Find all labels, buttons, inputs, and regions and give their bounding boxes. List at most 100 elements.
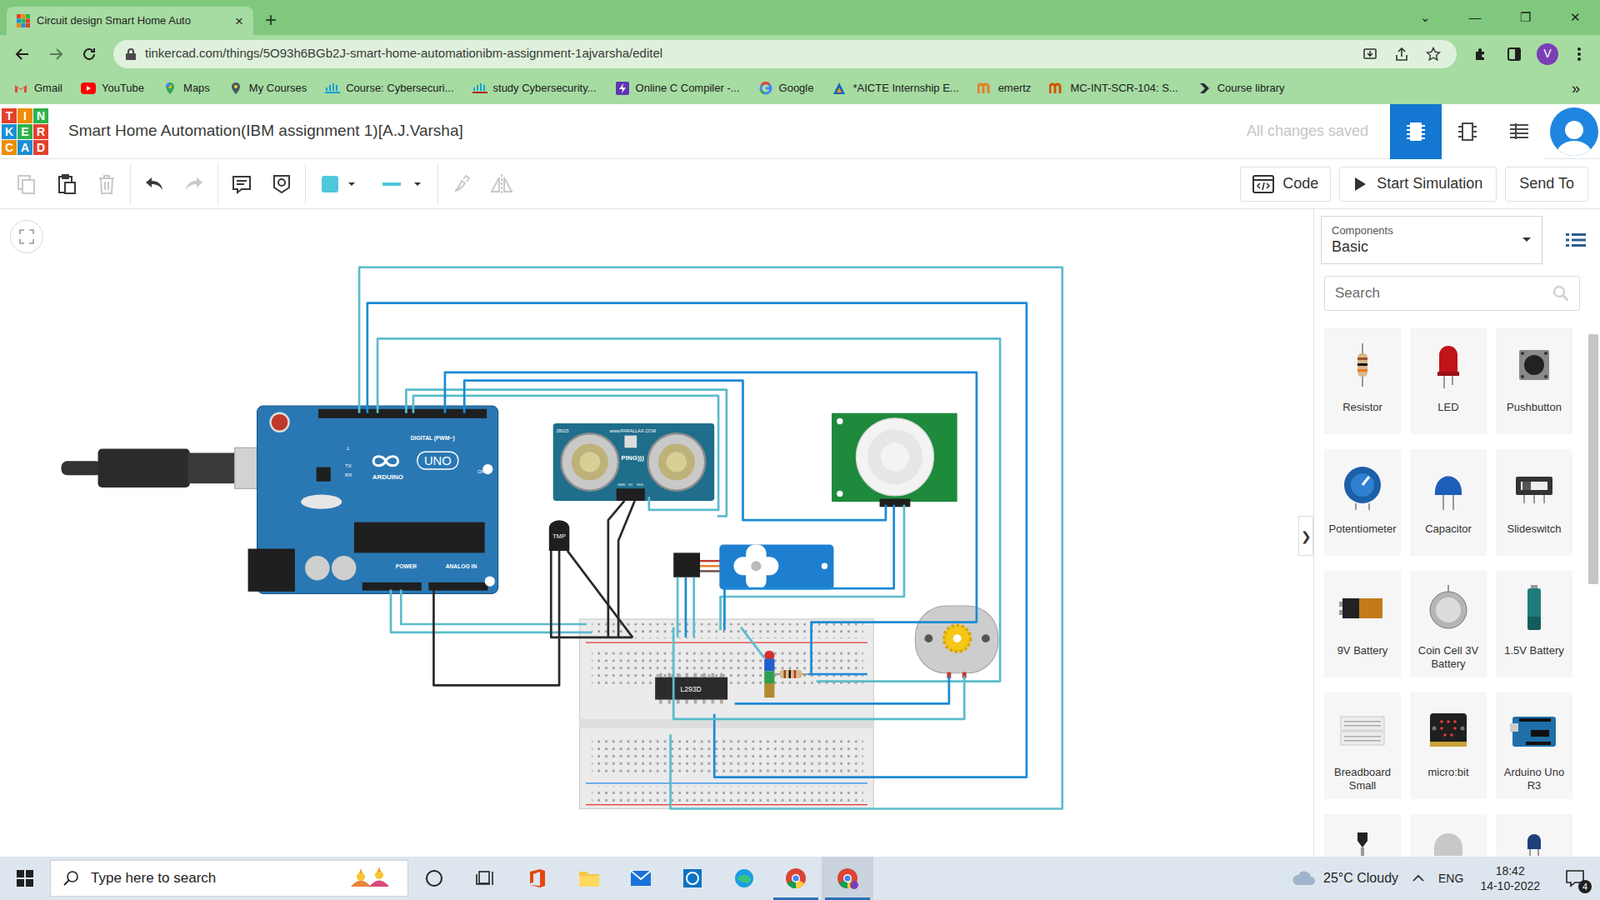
component-tile[interactable]: micro:bit [1410,692,1487,800]
bookmark-star-icon[interactable] [1421,46,1445,62]
bookmark-item[interactable]: My Courses [223,75,312,101]
send-to-button[interactable]: Send To [1505,166,1589,202]
fit-view-button[interactable] [10,220,44,254]
code-button[interactable]: Code [1240,166,1331,202]
color-swatch-button[interactable] [309,164,368,205]
panel-scrollbar[interactable] [1588,334,1599,585]
pir-sensor[interactable] [831,413,958,508]
component-tile[interactable]: Potentiometer [1324,449,1401,556]
copy-button[interactable] [6,164,47,205]
component-tile[interactable]: Slideswitch [1495,449,1573,556]
wires[interactable] [359,267,1063,810]
back-arrow-icon[interactable] [8,40,37,69]
notes-visibility-button[interactable] [261,164,302,205]
taskbar-app[interactable] [615,856,667,900]
side-panel-icon[interactable] [1500,40,1529,69]
components-dropdown[interactable]: ComponentsBasic [1320,215,1543,265]
user-avatar[interactable] [1550,107,1599,156]
close-button[interactable]: ✕ [1550,0,1600,35]
bookmark-item[interactable]: Gmail [8,75,68,101]
taskbar-app[interactable] [821,856,874,900]
bookmark-item[interactable]: MC-INT-SCR-104: S... [1044,75,1183,101]
start-button[interactable] [0,856,50,900]
redo-button[interactable] [174,164,215,205]
component-tile[interactable]: LED [1410,327,1487,435]
component-tile[interactable]: Coin Cell 3V Battery [1410,570,1487,678]
bookmark-item[interactable]: Course library [1191,75,1290,101]
notes-button[interactable] [221,164,262,205]
address-bar[interactable]: tinkercad.com/things/5O93h6BGb2J-smart-h… [113,40,1457,69]
mirror-button[interactable] [481,164,522,205]
component-tile[interactable]: Arduino Uno R3 [1495,692,1573,800]
taskbar-app[interactable] [666,856,719,900]
ultrasonic-sensor[interactable]: www.PARALLAX.COM28015PING)))GND5VSIG [553,423,715,501]
taskbar-app[interactable] [460,856,512,900]
component-tile[interactable]: 1.5V Battery [1495,570,1573,678]
input-language[interactable]: ENG [1438,870,1464,888]
component-tile[interactable] [1495,814,1573,857]
motor-driver-chip[interactable]: L293D [655,673,728,705]
design-title[interactable]: Smart Home Automation(IBM assignment 1)[… [68,119,464,144]
component-list-button[interactable] [1493,104,1545,160]
clock[interactable]: 18:4214-10-2022 [1475,863,1545,894]
search-box[interactable] [1324,275,1580,311]
profile-button[interactable]: V [1536,43,1559,65]
menu-dots-icon[interactable] [1566,40,1592,69]
resistor[interactable] [773,670,809,679]
install-icon[interactable] [1358,46,1382,62]
taskbar-app[interactable] [408,856,460,900]
arduino-uno[interactable]: UNOARDUINODIGITAL (PWM~)POWERANALOG INON… [248,405,499,594]
breadboard[interactable] [580,619,875,810]
show-hidden-icons-icon[interactable] [1410,874,1427,883]
bookmark-item[interactable]: *AICTE Internship E... [826,75,964,101]
component-tile[interactable]: Pushbutton [1495,327,1573,435]
bookmark-item[interactable]: Google [753,75,820,101]
circuit-canvas[interactable]: UNOARDUINODIGITAL (PWM~)POWERANALOG INON… [0,209,1314,857]
taskbar-app[interactable] [563,856,615,900]
bookmark-item[interactable]: YouTube [75,75,150,101]
new-tab-button[interactable]: + [265,10,277,30]
component-search-input[interactable] [1335,282,1553,305]
paste-button[interactable] [46,164,87,205]
bookmark-item[interactable]: study Cybersecurity... [467,75,602,101]
taskbar-app[interactable] [511,856,564,900]
more-bookmarks-button[interactable]: » [1571,77,1580,100]
weather-widget[interactable]: 25°C Cloudy [1291,868,1399,889]
bookmark-item[interactable]: Online C Compiler -... [610,75,745,101]
collapse-panel-button[interactable]: ❯ [1298,515,1314,556]
url-text[interactable]: tinkercad.com/things/5O93h6BGb2J-smart-h… [145,44,1350,64]
component-tile[interactable] [1324,814,1401,857]
servo-motor[interactable] [673,545,834,590]
reload-icon[interactable] [75,40,104,69]
bookmark-item[interactable]: emertz [972,75,1037,101]
circuit-diagram[interactable]: UNOARDUINODIGITAL (PWM~)POWERANALOG INON… [0,209,1314,857]
wire-pen-button[interactable] [441,164,482,205]
component-tile[interactable]: Breadboard Small [1324,692,1401,800]
taskbar-app[interactable] [770,856,822,900]
line-style-button[interactable] [367,164,435,205]
bookmark-item[interactable]: Maps [157,75,215,101]
browser-tab[interactable]: Circuit design Smart Home Auto× [6,6,254,35]
tinkercad-logo[interactable]: TINKERCAD [1,108,49,155]
temperature-sensor[interactable]: TMP [549,520,570,551]
taskbar-search[interactable]: Type here to search [50,860,409,897]
tab-close-button[interactable]: × [235,14,244,29]
start-simulation-button[interactable]: Start Simulation [1339,166,1497,202]
component-tile[interactable]: 9V Battery [1324,570,1401,678]
notification-center-button[interactable]: 4 [1556,860,1594,897]
delete-button[interactable] [86,164,127,205]
taskbar-app[interactable] [718,856,770,900]
share-icon[interactable] [1390,46,1414,62]
tab-search-button[interactable]: ⌄ [1400,0,1450,35]
bookmark-item[interactable]: Course: Cybersecuri... [320,75,459,101]
list-view-button[interactable] [1561,225,1590,255]
schematic-view-button[interactable] [1441,104,1494,160]
circuit-view-button[interactable] [1390,104,1442,160]
dc-motor[interactable] [915,605,998,679]
restore-button[interactable]: ❐ [1500,0,1550,35]
minimize-button[interactable]: — [1450,0,1500,35]
rgb-led[interactable] [764,650,775,698]
component-tile[interactable] [1410,814,1487,857]
extensions-icon[interactable] [1466,40,1495,69]
forward-arrow-icon[interactable] [41,40,70,69]
